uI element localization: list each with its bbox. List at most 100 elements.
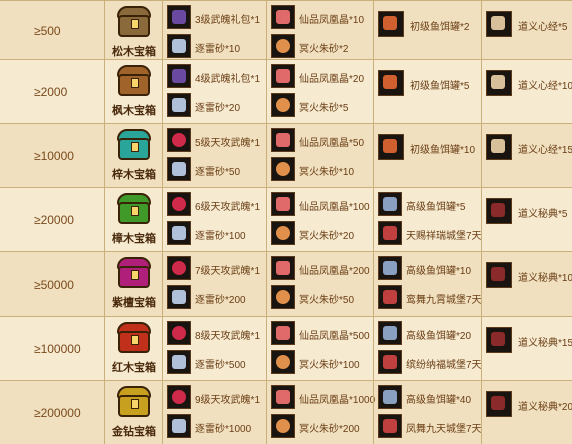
- reward-item: 逐雷砂*1000: [167, 414, 270, 440]
- reward-item: 冥火朱砂*10: [271, 157, 377, 183]
- reward-label: 道义秘典*10: [518, 273, 572, 284]
- crystal-cell: 仙品凤凰晶*200 冥火朱砂*50: [266, 252, 373, 316]
- crystal-cell: 仙品凤凰晶*1000 冥火朱砂*200: [266, 381, 375, 444]
- castle-icon: [378, 350, 402, 374]
- phoenix-crystal-icon: [271, 128, 295, 152]
- reward-item: 初级鱼饵罐*10: [378, 134, 485, 160]
- reward-item: 道义秘典*15: [486, 327, 572, 353]
- reward-label: 初级鱼饵罐*10: [410, 145, 476, 156]
- reward-item: 逐雷砂*20: [167, 93, 270, 119]
- crystal-cell: 仙品凤凰晶*20 冥火朱砂*5: [266, 60, 373, 123]
- treasure-chest-icon: [113, 4, 155, 40]
- fish-bait-icon: [378, 192, 402, 216]
- weapon-soul-cell: 9级天攻武魄*1 逐雷砂*1000: [162, 381, 266, 444]
- reward-item: 初级鱼饵罐*2: [378, 11, 485, 37]
- thunder-sand-icon: [167, 285, 191, 309]
- gift-pack-icon: [167, 5, 191, 29]
- castle-icon: [378, 285, 402, 309]
- book-icon: [486, 262, 512, 288]
- reward-label: 凤舞九天城堡7天: [406, 424, 482, 435]
- reward-label: 缤纷纳福城堡7天: [406, 360, 482, 371]
- crystal-cell: 仙品凤凰晶*50 冥火朱砂*10: [266, 124, 373, 187]
- reward-item: 5级天攻武魄*1: [167, 128, 270, 154]
- treasure-chest-icon: [113, 384, 155, 420]
- reward-label: 道义秘典*20: [518, 402, 572, 413]
- chest-cell: 枫木宝箱: [104, 60, 162, 123]
- reward-item: 4级武魄礼包*1: [167, 64, 270, 90]
- cinnabar-icon: [271, 414, 295, 438]
- scroll-icon: [486, 11, 512, 37]
- threshold-cell: ≥200000: [0, 381, 104, 444]
- book-icon: [486, 327, 512, 353]
- reward-item: 道义秘典*5: [486, 198, 572, 224]
- reward-label: 高级鱼饵罐*10: [406, 266, 472, 277]
- bait-cell: 高级鱼饵罐*40 凤舞九天城堡7天: [373, 381, 482, 444]
- chest-name: 樟木宝箱: [112, 233, 156, 245]
- threshold-text: ≥2000: [34, 85, 68, 99]
- reward-item: 鸾舞九霄城堡7天: [378, 285, 485, 311]
- fish-bait-icon: [378, 134, 404, 160]
- fish-bait-icon: [378, 70, 404, 96]
- treasure-chest-icon: [113, 255, 155, 291]
- threshold-text: ≥100000: [34, 342, 81, 356]
- threshold-cell: ≥20000: [0, 188, 104, 251]
- chest-name: 紫檀宝箱: [112, 297, 156, 309]
- reward-label: 道义心经*5: [518, 22, 568, 33]
- reward-item: 冥火朱砂*5: [271, 93, 377, 119]
- reward-item: 仙品凤凰晶*10: [271, 5, 377, 31]
- reward-item: 天赐祥瑞城堡7天: [378, 221, 485, 247]
- reward-item: 高级鱼饵罐*10: [378, 256, 485, 282]
- reward-label: 高级鱼饵罐*5: [406, 202, 466, 213]
- reward-label: 仙品凤凰晶*10: [299, 15, 365, 26]
- book-icon: [486, 198, 512, 224]
- reward-label: 天赐祥瑞城堡7天: [406, 231, 482, 242]
- table-row: ≥10000 梓木宝箱 5级天攻武魄*1 逐雷砂*50 仙品凤凰晶*50 冥火朱砂*10 初…: [0, 123, 572, 187]
- reward-item: 缤纷纳福城堡7天: [378, 350, 485, 376]
- reward-item: 3级武魄礼包*1: [167, 5, 270, 31]
- thunder-sand-icon: [167, 34, 191, 58]
- threshold-text: ≥50000: [34, 277, 74, 292]
- gem-icon: [167, 385, 191, 409]
- scripture-cell: 道义心经*15: [481, 124, 572, 187]
- bait-cell: 高级鱼饵罐*5 天赐祥瑞城堡7天: [373, 188, 482, 251]
- scripture-cell: 道义心经*10: [481, 60, 572, 123]
- threshold-text: ≥500: [34, 23, 61, 38]
- reward-label: 8级天攻武魄*1: [195, 331, 261, 342]
- fish-bait-icon: [378, 385, 402, 409]
- reward-item: 道义心经*10: [486, 70, 572, 96]
- weapon-soul-cell: 8级天攻武魄*1 逐雷砂*500: [162, 317, 266, 380]
- reward-item: 仙品凤凰晶*50: [271, 128, 377, 154]
- scripture-cell: 道义秘典*5: [481, 188, 572, 251]
- treasure-chest-icon: [113, 191, 155, 227]
- reward-label: 高级鱼饵罐*40: [406, 395, 472, 406]
- cinnabar-icon: [271, 221, 295, 245]
- reward-item: 高级鱼饵罐*20: [378, 321, 485, 347]
- table-row: ≥200000 金钻宝箱 9级天攻武魄*1 逐雷砂*1000 仙品凤凰晶*1000 冥火朱…: [0, 380, 572, 444]
- threshold-cell: ≥100000: [0, 317, 104, 380]
- reward-label: 冥火朱砂*50: [299, 295, 355, 306]
- scripture-cell: 道义秘典*20: [481, 381, 572, 444]
- reward-item: 逐雷砂*500: [167, 350, 270, 376]
- reward-item: 冥火朱砂*2: [271, 34, 377, 60]
- gem-icon: [167, 256, 191, 280]
- reward-item: 仙品凤凰晶*20: [271, 64, 377, 90]
- weapon-soul-cell: 4级武魄礼包*1 逐雷砂*20: [162, 60, 266, 123]
- castle-icon: [378, 221, 402, 245]
- weapon-soul-cell: 5级天攻武魄*1 逐雷砂*50: [162, 124, 266, 187]
- chest-cell: 松木宝箱: [104, 1, 162, 59]
- gem-icon: [167, 192, 191, 216]
- table-row: ≥500 松木宝箱 3级武魄礼包*1 逐雷砂*10 仙品凤凰晶*10 冥火朱砂*2 初级鱼饵…: [0, 0, 572, 59]
- reward-item: 逐雷砂*10: [167, 34, 270, 60]
- chest-cell: 紫檀宝箱: [104, 252, 162, 316]
- chest-name: 枫木宝箱: [112, 105, 156, 117]
- reward-item: 9级天攻武魄*1: [167, 385, 270, 411]
- reward-item: 初级鱼饵罐*5: [378, 70, 485, 96]
- phoenix-crystal-icon: [271, 256, 295, 280]
- threshold-cell: ≥50000: [0, 252, 104, 316]
- fish-bait-icon: [378, 11, 404, 37]
- threshold-text: ≥200000: [34, 406, 81, 420]
- reward-item: 冥火朱砂*100: [271, 350, 377, 376]
- reward-item: 仙品凤凰晶*200: [271, 256, 377, 282]
- scroll-icon: [486, 70, 512, 96]
- chest-name: 红木宝箱: [112, 362, 156, 374]
